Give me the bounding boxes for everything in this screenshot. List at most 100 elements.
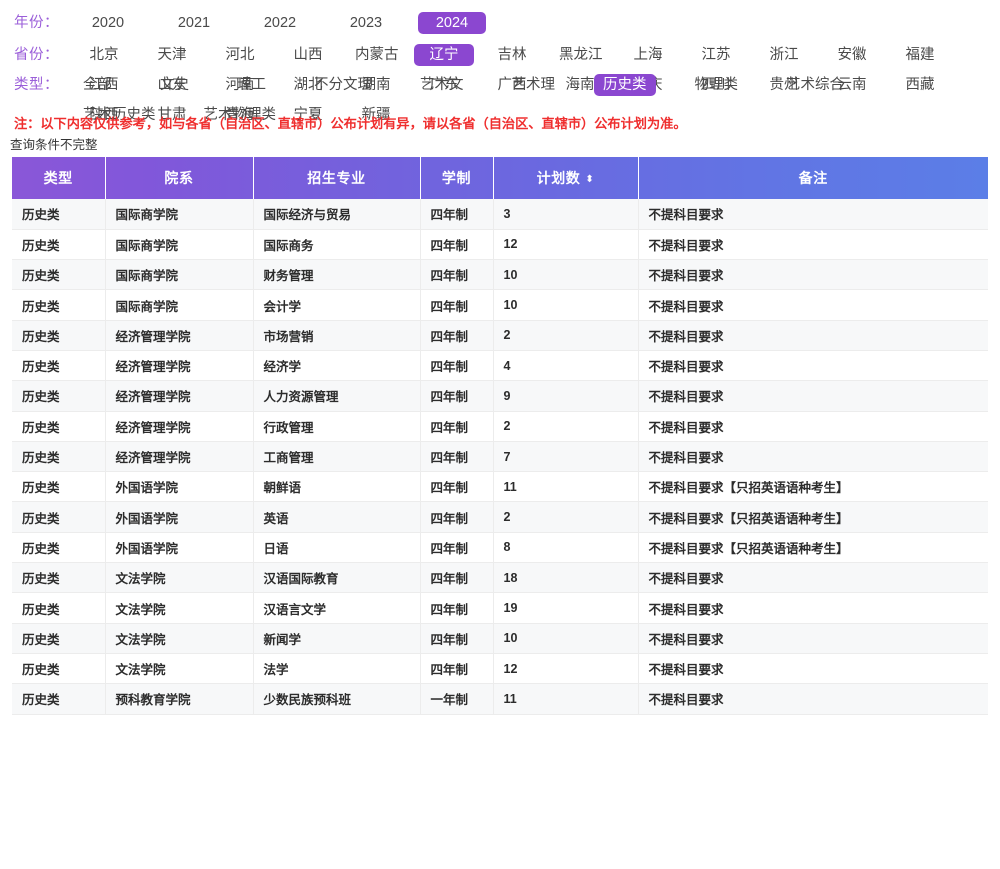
cell-type: 历史类 xyxy=(12,350,106,382)
table-row: 历史类 文法学院 法学 四年制 12 不提科目要求 xyxy=(12,653,988,685)
cell-type: 历史类 xyxy=(12,229,106,261)
table-row: 历史类 外国语学院 朝鲜语 四年制 11 不提科目要求【只招英语语种考生】 xyxy=(12,471,988,503)
cell-length: 四年制 xyxy=(420,471,494,503)
type-文史[interactable]: 文史 xyxy=(151,74,198,96)
table-row: 历史类 经济管理学院 行政管理 四年制 2 不提科目要求 xyxy=(12,411,988,442)
cell-length: 四年制 xyxy=(420,289,494,321)
year-2022[interactable]: 2022 xyxy=(246,12,314,34)
table-row: 历史类 文法学院 新闻学 四年制 10 不提科目要求 xyxy=(12,623,988,654)
cell-plan: 12 xyxy=(493,653,639,685)
cell-plan: 7 xyxy=(493,441,639,473)
col-header-label: 类型 xyxy=(43,170,73,186)
cell-plan: 4 xyxy=(493,350,639,382)
col-header-label: 招生专业 xyxy=(307,170,366,186)
province-上海[interactable]: 上海 xyxy=(618,44,678,66)
province-安徽[interactable]: 安徽 xyxy=(822,44,882,66)
cell-plan: 12 xyxy=(493,229,639,261)
type-艺术综合[interactable]: 艺术综合 xyxy=(777,74,853,96)
cell-length: 四年制 xyxy=(420,532,494,564)
cell-note: 不提科目要求 xyxy=(638,229,988,261)
province-黑龙江[interactable]: 黑龙江 xyxy=(550,44,610,66)
year-2021[interactable]: 2021 xyxy=(160,12,228,34)
cell-major: 日语 xyxy=(253,532,421,564)
cell-type: 历史类 xyxy=(12,592,106,624)
province-吉林[interactable]: 吉林 xyxy=(482,44,542,66)
type-不分文理[interactable]: 不分文理 xyxy=(305,74,381,96)
cell-major: 财务管理 xyxy=(253,259,421,291)
year-2020[interactable]: 2020 xyxy=(74,12,142,34)
cell-plan: 11 xyxy=(493,471,639,503)
cell-type: 历史类 xyxy=(12,501,106,533)
province-江苏[interactable]: 江苏 xyxy=(686,44,746,66)
cell-length: 四年制 xyxy=(420,199,494,230)
cell-length: 四年制 xyxy=(420,653,494,685)
cell-college: 外国语学院 xyxy=(105,471,254,503)
cell-length: 四年制 xyxy=(420,411,494,442)
table-row: 历史类 经济管理学院 人力资源管理 四年制 9 不提科目要求 xyxy=(12,380,988,412)
cell-major: 行政管理 xyxy=(253,411,421,442)
type-艺术文[interactable]: 艺术文 xyxy=(411,74,473,96)
table-row: 历史类 经济管理学院 经济学 四年制 4 不提科目要求 xyxy=(12,350,988,382)
cell-note: 不提科目要求 xyxy=(638,380,988,412)
filter-panel: 年份： 2020 2021 2022 2023 2024 省份： 北京 天津 河北 山西 内蒙古… xyxy=(0,0,1000,123)
cell-length: 四年制 xyxy=(420,229,494,261)
cell-length: 四年制 xyxy=(420,501,494,533)
cell-plan: 2 xyxy=(493,501,639,533)
incomplete-query-message: 查询条件不完整 xyxy=(10,138,98,152)
province-天津[interactable]: 天津 xyxy=(142,44,202,66)
cell-major: 市场营销 xyxy=(253,320,421,351)
type-全部[interactable]: 全部 xyxy=(74,74,121,96)
province-河北[interactable]: 河北 xyxy=(210,44,270,66)
cell-note: 不提科目要求【只招英语语种考生】 xyxy=(638,471,988,503)
province-福建[interactable]: 福建 xyxy=(890,44,950,66)
admission-plan-table: 类型 院系 招生专业 学制 计划数 ⬍ 备注 历史类 国际商学院 国际经济与贸易 四年制 3 不提科目… xyxy=(12,157,988,715)
cell-type: 历史类 xyxy=(12,289,106,321)
filter-row-year: 年份： 2020 2021 2022 2023 2024 xyxy=(0,8,1000,40)
cell-note: 不提科目要求 xyxy=(638,653,988,685)
col-header-类型: 类型 xyxy=(12,157,106,199)
cell-major: 汉语国际教育 xyxy=(253,562,421,594)
cell-type: 历史类 xyxy=(12,441,106,473)
cell-note: 不提科目要求 xyxy=(638,562,988,594)
type-物理类[interactable]: 物理类 xyxy=(686,74,748,96)
cell-plan: 2 xyxy=(493,411,639,442)
cell-type: 历史类 xyxy=(12,562,106,594)
cell-college: 国际商学院 xyxy=(105,199,254,230)
cell-type: 历史类 xyxy=(12,623,106,654)
cell-major: 新闻学 xyxy=(253,623,421,654)
province-山西[interactable]: 山西 xyxy=(278,44,338,66)
year-2023[interactable]: 2023 xyxy=(332,12,400,34)
col-header-备注: 备注 xyxy=(638,157,988,199)
cell-plan: 10 xyxy=(493,259,639,291)
cell-plan: 10 xyxy=(493,623,639,654)
col-header-计划数[interactable]: 计划数 ⬍ xyxy=(493,157,639,199)
cell-plan: 3 xyxy=(493,199,639,230)
table-row: 历史类 外国语学院 日语 四年制 8 不提科目要求【只招英语语种考生】 xyxy=(12,532,988,564)
cell-length: 四年制 xyxy=(420,380,494,412)
cell-major: 英语 xyxy=(253,501,421,533)
cell-type: 历史类 xyxy=(12,532,106,564)
results-table-wrapper: 类型 院系 招生专业 学制 计划数 ⬍ 备注 历史类 国际商学院 国际经济与贸易 四年制 3 不提科目… xyxy=(0,153,1000,715)
cell-type: 历史类 xyxy=(12,653,106,685)
province-内蒙古[interactable]: 内蒙古 xyxy=(346,44,406,66)
province-北京[interactable]: 北京 xyxy=(74,44,134,66)
type-历史类[interactable]: 历史类 xyxy=(594,74,656,96)
sort-toggle-icon[interactable]: ⬍ xyxy=(585,175,594,185)
year-2024[interactable]: 2024 xyxy=(418,12,486,34)
table-head: 类型 院系 招生专业 学制 计划数 ⬍ 备注 xyxy=(12,157,988,199)
cell-major: 少数民族预科班 xyxy=(253,683,421,715)
cell-major: 国际经济与贸易 xyxy=(253,199,421,230)
cell-plan: 2 xyxy=(493,320,639,351)
cell-college: 国际商学院 xyxy=(105,289,254,321)
province-辽宁[interactable]: 辽宁 xyxy=(414,44,474,66)
col-header-label: 学制 xyxy=(441,170,472,186)
cell-length: 四年制 xyxy=(420,592,494,624)
cell-college: 经济管理学院 xyxy=(105,411,254,442)
cell-length: 四年制 xyxy=(420,623,494,654)
type-理工[interactable]: 理工 xyxy=(228,74,275,96)
cell-college: 外国语学院 xyxy=(105,501,254,533)
table-row: 历史类 文法学院 汉语言文学 四年制 19 不提科目要求 xyxy=(12,592,988,624)
province-浙江[interactable]: 浙江 xyxy=(754,44,814,66)
type-艺术理[interactable]: 艺术理 xyxy=(503,74,565,96)
cell-note: 不提科目要求 xyxy=(638,199,988,230)
